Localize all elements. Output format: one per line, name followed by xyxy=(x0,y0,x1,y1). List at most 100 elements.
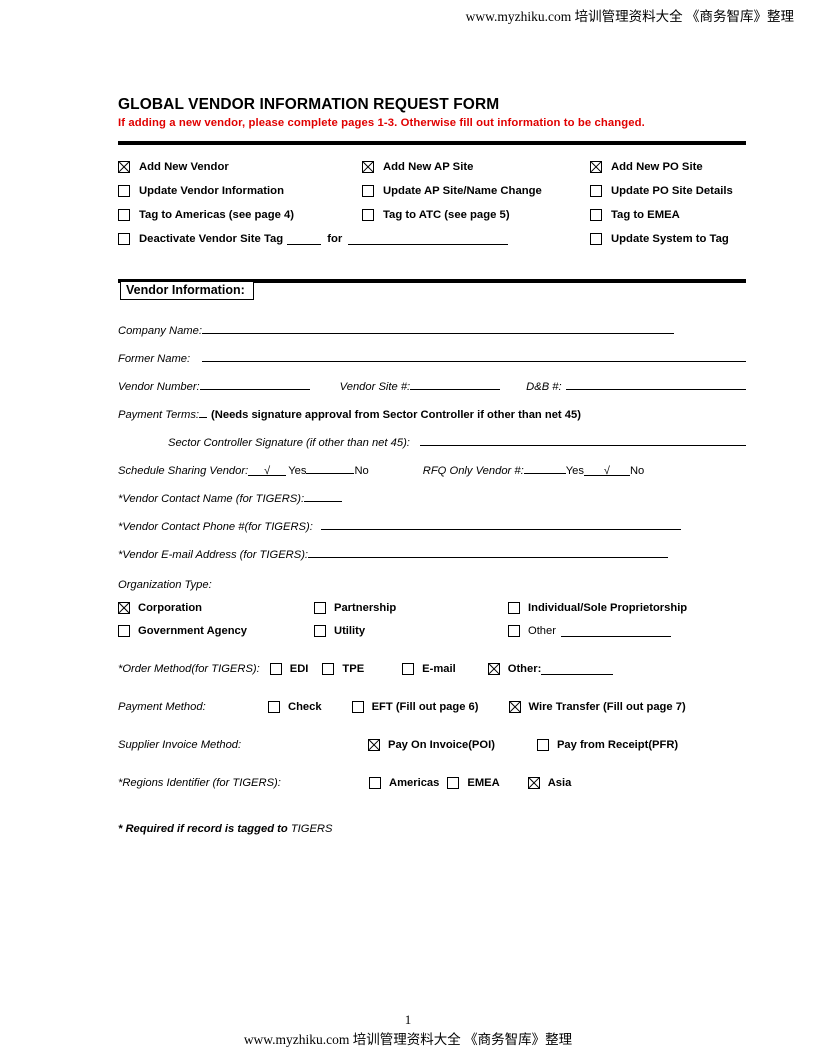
field-label-vendor-site: Vendor Site #: xyxy=(339,381,411,393)
checkbox-wire-transfer[interactable] xyxy=(508,701,521,713)
other-organization-input[interactable] xyxy=(560,626,671,637)
checkbox-tag-to-emea[interactable] xyxy=(590,209,602,221)
checkbox-update-vendor-information[interactable] xyxy=(118,185,130,197)
field-label-dnb: D&B #: xyxy=(526,381,562,393)
checkbox-americas[interactable] xyxy=(369,777,381,789)
option-corporation[interactable]: Corporation xyxy=(118,602,314,614)
checkbox-check[interactable] xyxy=(268,701,280,713)
option-pay-on-invoice[interactable]: Pay On Invoice(POI) xyxy=(368,739,495,751)
option-utility[interactable]: Utility xyxy=(314,625,508,637)
option-pay-from-receipt[interactable]: Pay from Receipt(PFR) xyxy=(536,739,679,751)
footer-watermark: www.myzhiku.com 培训管理资料大全 《商务智库》整理 xyxy=(243,1032,573,1047)
option-government-agency[interactable]: Government Agency xyxy=(118,625,314,637)
option-individual-sole-proprietorship[interactable]: Individual/Sole Proprietorship xyxy=(508,602,687,614)
option-label: Wire Transfer (Fill out page 7) xyxy=(528,701,686,713)
checkbox-corporation[interactable] xyxy=(118,602,130,614)
option-other-organization[interactable]: Other xyxy=(508,625,671,637)
option-eft[interactable]: EFT (Fill out page 6) xyxy=(351,701,479,713)
checkbox-tpe[interactable] xyxy=(322,663,335,675)
checkbox-edi[interactable] xyxy=(269,663,282,675)
option-deactivate-vendor-site-tag[interactable]: Deactivate Vendor Site Tag for xyxy=(118,233,590,245)
checkbox-update-ap-site-name-change[interactable] xyxy=(362,185,374,197)
sector-signature-input[interactable] xyxy=(419,435,746,446)
option-label-for: for xyxy=(327,233,343,245)
vendor-site-input[interactable] xyxy=(410,379,501,390)
option-label: EFT (Fill out page 6) xyxy=(371,701,479,713)
field-contact-phone: *Vendor Contact Phone #(for TIGERS): xyxy=(118,519,746,533)
rfq-no-mark[interactable]: √ xyxy=(583,465,630,477)
checkbox-update-po-site-details[interactable] xyxy=(590,185,602,197)
option-label: EDI xyxy=(289,663,309,675)
order-method-other-input[interactable] xyxy=(541,664,614,675)
checkbox-individual-sole-proprietorship[interactable] xyxy=(508,602,520,614)
former-name-input[interactable] xyxy=(202,351,746,362)
option-label: Other xyxy=(528,625,556,637)
schedule-sharing-no-label: No xyxy=(354,465,369,477)
option-add-new-po-site[interactable]: Add New PO Site xyxy=(590,161,746,173)
rfq-yes-mark[interactable] xyxy=(523,463,566,474)
payment-terms-input[interactable] xyxy=(199,407,208,418)
option-edi[interactable]: EDI xyxy=(269,663,309,675)
checkbox-add-new-ap-site[interactable] xyxy=(362,161,374,173)
option-label: EMEA xyxy=(467,777,500,789)
checkbox-government-agency[interactable] xyxy=(118,625,130,637)
checkbox-tag-to-americas[interactable] xyxy=(118,209,130,221)
dnb-input[interactable] xyxy=(565,379,746,390)
checkbox-partnership[interactable] xyxy=(314,602,326,614)
option-check[interactable]: Check xyxy=(268,701,322,713)
option-tag-to-atc[interactable]: Tag to ATC (see page 5) xyxy=(362,209,590,221)
option-update-system-to-tag[interactable]: Update System to Tag xyxy=(590,233,746,245)
option-update-ap-site-name-change[interactable]: Update AP Site/Name Change xyxy=(362,185,590,197)
supplier-invoice-method-label: Supplier Invoice Method: xyxy=(118,739,242,751)
option-add-new-ap-site[interactable]: Add New AP Site xyxy=(362,161,590,173)
option-email[interactable]: E-mail xyxy=(402,663,456,675)
schedule-sharing-yes-mark[interactable]: √ xyxy=(248,465,287,477)
deactivate-for-input[interactable] xyxy=(348,234,509,245)
checkbox-add-new-vendor[interactable] xyxy=(118,161,130,173)
option-label: Tag to Americas (see page 4) xyxy=(139,209,295,221)
checkbox-tag-to-atc[interactable] xyxy=(362,209,374,221)
contact-phone-input[interactable] xyxy=(320,519,681,530)
payment-terms-note: (Needs signature approval from Sector Co… xyxy=(211,409,581,421)
option-emea[interactable]: EMEA xyxy=(447,777,500,789)
checkbox-update-system-to-tag[interactable] xyxy=(590,233,602,245)
contact-name-input[interactable] xyxy=(304,491,343,502)
vendor-number-input[interactable] xyxy=(199,379,310,390)
option-label: Check xyxy=(288,701,322,713)
option-label: Add New PO Site xyxy=(611,161,703,173)
checkbox-utility[interactable] xyxy=(314,625,326,637)
option-wire-transfer[interactable]: Wire Transfer (Fill out page 7) xyxy=(508,701,686,713)
option-asia[interactable]: Asia xyxy=(527,777,571,789)
option-tag-to-emea[interactable]: Tag to EMEA xyxy=(590,209,746,221)
checkbox-asia[interactable] xyxy=(527,777,540,789)
option-tag-to-americas[interactable]: Tag to Americas (see page 4) xyxy=(118,209,362,221)
schedule-sharing-no-mark[interactable] xyxy=(306,463,355,474)
option-partnership[interactable]: Partnership xyxy=(314,602,508,614)
field-contact-email: *Vendor E-mail Address (for TIGERS): xyxy=(118,547,746,561)
payment-method-label: Payment Method: xyxy=(118,701,206,713)
option-americas[interactable]: Americas xyxy=(369,777,439,789)
checkbox-eft[interactable] xyxy=(351,701,364,713)
page-title: GLOBAL VENDOR INFORMATION REQUEST FORM xyxy=(118,96,500,113)
organization-type-label: Organization Type: xyxy=(118,579,212,591)
checkbox-deactivate-vendor-site-tag[interactable] xyxy=(118,233,130,245)
checkbox-pay-from-receipt[interactable] xyxy=(536,739,549,751)
option-label: Deactivate Vendor Site Tag xyxy=(139,233,284,245)
checkbox-order-method-other[interactable] xyxy=(487,663,500,675)
checkbox-pay-on-invoice[interactable] xyxy=(368,739,380,751)
checkbox-other-organization[interactable] xyxy=(508,625,520,637)
option-tpe[interactable]: TPE xyxy=(322,663,364,675)
option-order-method-other[interactable]: Other: xyxy=(487,663,614,675)
company-name-input[interactable] xyxy=(201,323,674,334)
form-sheet: GLOBAL VENDOR INFORMATION REQUEST FORM I… xyxy=(118,96,746,835)
field-label: *Vendor Contact Phone #(for TIGERS): xyxy=(118,521,313,533)
option-update-po-site-details[interactable]: Update PO Site Details xyxy=(590,185,746,197)
option-add-new-vendor[interactable]: Add New Vendor xyxy=(118,161,362,173)
contact-email-input[interactable] xyxy=(308,547,669,558)
checkbox-add-new-po-site[interactable] xyxy=(590,161,602,173)
option-label: Pay from Receipt(PFR) xyxy=(556,739,679,751)
checkbox-emea[interactable] xyxy=(447,777,460,789)
checkbox-email[interactable] xyxy=(402,663,415,675)
deactivate-tag-input[interactable] xyxy=(287,234,322,245)
option-update-vendor-information[interactable]: Update Vendor Information xyxy=(118,185,362,197)
